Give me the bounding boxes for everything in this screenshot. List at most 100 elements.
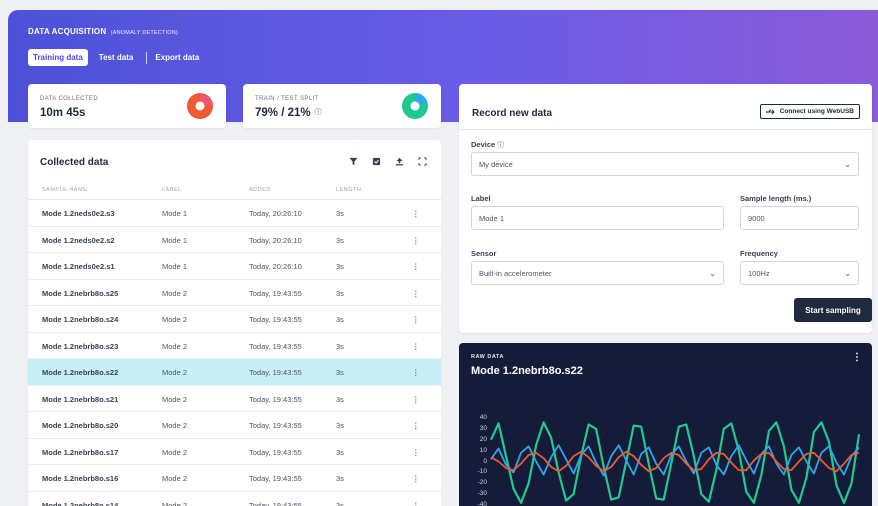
added-cell: Today, 20:26:10 <box>249 235 302 245</box>
row-menu-icon[interactable]: ⋮ <box>412 262 420 271</box>
added-cell: Today, 19:43:55 <box>249 315 302 324</box>
table-row[interactable]: Mode 1.2nebrb8o.s23 Mode 2 Today, 19:43:55… <box>28 333 441 359</box>
row-menu-icon[interactable]: ⋮ <box>412 209 420 218</box>
row-menu-icon[interactable]: ⋮ <box>412 368 420 377</box>
length-cell: 3s <box>336 368 344 377</box>
row-menu-icon[interactable]: ⋮ <box>412 315 420 324</box>
length-cell: 3s <box>336 235 344 245</box>
table-row[interactable]: Mode 1.2neds0e2.s1 Mode 1 Today, 20:26:10 3… <box>28 253 441 280</box>
stat-card-data-collected: DATA COLLECTED 10m 45s <box>28 84 226 128</box>
panel-divider <box>459 129 872 130</box>
page-subtitle: (ANOMALY DETECTION) <box>110 30 178 36</box>
sample-name-cell: Mode 1.2nebrb8o.s20 <box>42 421 119 430</box>
sample-name-cell: Mode 1.2neds0e2.s1 <box>42 262 115 271</box>
table-row[interactable]: Mode 1.2nebrb8o.s16 Mode 2 Today, 19:43:55… <box>28 465 441 492</box>
table-row[interactable]: Mode 1.2nebrb8o.s22 Mode 2 Today, 19:43:55… <box>28 359 441 386</box>
page-title-text: DATA ACQUISITION <box>28 27 107 36</box>
column-header-added[interactable]: ADDED <box>249 187 271 193</box>
length-cell: 3s <box>336 474 344 483</box>
device-label-text: Device <box>471 140 496 149</box>
sensor-label: Sensor <box>471 249 497 258</box>
table-row[interactable]: Mode 1.2neds0e2.s2 Mode 1 Today, 20:26:10 3… <box>28 227 441 253</box>
added-cell: Today, 19:43:55 <box>249 474 302 483</box>
length-cell: 3s <box>336 341 344 351</box>
table-row[interactable]: Mode 1.2nebrb8o.s24 Mode 2 Today, 19:43:55… <box>28 306 441 333</box>
help-icon[interactable]: ⓘ <box>315 109 322 116</box>
pie-chart-icon <box>187 93 213 119</box>
added-cell: Today, 19:43:55 <box>249 394 302 404</box>
select-all-icon[interactable] <box>369 154 383 168</box>
help-icon[interactable]: ⓘ <box>497 142 504 149</box>
raw-data-chart <box>489 421 861 504</box>
tab-divider <box>146 51 148 64</box>
table-row[interactable]: Mode 1.2nebrb8o.s17 Mode 2 Today, 19:43:55… <box>28 439 441 465</box>
length-cell: 3s <box>336 421 344 430</box>
row-menu-icon[interactable]: ⋮ <box>412 421 420 430</box>
sample-name-cell: Mode 1.2nebrb8o.s21 <box>42 394 119 404</box>
tab-training-data[interactable]: Training data <box>28 49 88 66</box>
split-pie-chart <box>402 93 428 119</box>
label-cell: Mode 2 <box>162 394 188 404</box>
label-input[interactable] <box>471 206 724 230</box>
added-cell: Today, 20:26:10 <box>249 209 302 218</box>
added-cell: Today, 19:43:55 <box>249 341 302 351</box>
row-menu-icon[interactable]: ⋮ <box>412 501 420 506</box>
row-menu-icon[interactable]: ⋮ <box>412 474 420 483</box>
stat-card-train-test-split: TRAIN / TEST SPLIT 79% / 21% ⓘ <box>243 84 441 128</box>
label-cell: Mode 2 <box>162 341 188 351</box>
length-cell: 3s <box>336 209 344 218</box>
added-cell: Today, 19:43:55 <box>249 447 302 457</box>
table-row[interactable]: Mode 1.2nebrb8o.s20 Mode 2 Today, 19:43:55… <box>28 412 441 439</box>
connect-webusb-label: Connect using WebUSB <box>779 108 854 115</box>
label-cell: Mode 2 <box>162 421 188 430</box>
table-row[interactable]: Mode 1.2nebrb8o.s25 Mode 2 Today, 19:43:55… <box>28 280 441 306</box>
label-cell: Mode 1 <box>162 262 188 271</box>
column-header-length[interactable]: LENGTH <box>336 187 361 193</box>
frequency-label: Frequency <box>740 249 778 258</box>
sample-name-cell: Mode 1.2nebrb8o.s14 <box>42 500 119 506</box>
sample-name-cell: Mode 1.2nebrb8o.s22 <box>42 368 119 377</box>
connect-webusb-button[interactable]: Connect using WebUSB <box>759 104 860 119</box>
filter-icon[interactable] <box>346 154 360 168</box>
sample-name-cell: Mode 1.2nebrb8o.s16 <box>42 474 119 483</box>
label-cell: Mode 2 <box>162 368 188 377</box>
length-cell: 3s <box>336 447 344 457</box>
table-row[interactable]: Mode 1.2nebrb8o.s14 Mode 2 Today, 19:43:55… <box>28 492 441 506</box>
table-header: SAMPLE NAME LABEL ADDED LENGTH <box>28 182 441 200</box>
row-menu-icon[interactable]: ⋮ <box>412 342 420 351</box>
sample-name-cell: Mode 1.2nebrb8o.s17 <box>42 447 119 457</box>
length-cell: 3s <box>336 262 344 271</box>
collected-data-toolbar <box>346 154 429 168</box>
stat-value: 79% / 21% ⓘ <box>255 107 322 119</box>
tab-test-data[interactable]: Test data <box>94 49 139 66</box>
tab-export-data[interactable]: Export data <box>155 49 204 66</box>
row-menu-icon[interactable]: ⋮ <box>412 236 420 245</box>
length-cell: 3s <box>336 288 344 298</box>
added-cell: Today, 19:43:55 <box>249 500 302 506</box>
column-header-sample-name[interactable]: SAMPLE NAME <box>42 187 87 193</box>
sample-name-cell: Mode 1.2nebrb8o.s23 <box>42 341 119 351</box>
sample-name-cell: Mode 1.2nebrb8o.s25 <box>42 288 119 298</box>
device-select[interactable]: My device ⌄ <box>471 152 859 176</box>
frequency-select-value: 100Hz <box>748 268 770 278</box>
row-menu-icon[interactable]: ⋮ <box>412 448 420 457</box>
length-cell: 3s <box>336 500 344 506</box>
table-row[interactable]: Mode 1.2neds0e2.s3 Mode 1 Today, 20:26:10 3… <box>28 200 441 227</box>
label-cell: Mode 2 <box>162 500 188 506</box>
added-cell: Today, 20:26:10 <box>249 262 302 271</box>
device-label: Device ⓘ <box>471 140 504 150</box>
row-menu-icon[interactable]: ⋮ <box>412 289 420 298</box>
column-header-label[interactable]: LABEL <box>162 187 182 193</box>
expand-icon[interactable] <box>415 154 429 168</box>
upload-icon[interactable] <box>392 154 406 168</box>
frequency-select[interactable]: 100Hz ⌄ <box>740 261 859 285</box>
row-menu-icon[interactable]: ⋮ <box>412 395 420 404</box>
device-select-value: My device <box>479 159 513 169</box>
label-cell: Mode 1 <box>162 209 188 218</box>
table-row[interactable]: Mode 1.2nebrb8o.s21 Mode 2 Today, 19:43:55… <box>28 386 441 412</box>
sample-name-cell: Mode 1.2neds0e2.s3 <box>42 209 115 218</box>
start-sampling-button[interactable]: Start sampling <box>794 298 872 322</box>
sample-length-input[interactable] <box>740 206 859 230</box>
sensor-select[interactable]: Built-in accelerometer ⌄ <box>471 261 724 285</box>
length-cell: 3s <box>336 394 344 404</box>
